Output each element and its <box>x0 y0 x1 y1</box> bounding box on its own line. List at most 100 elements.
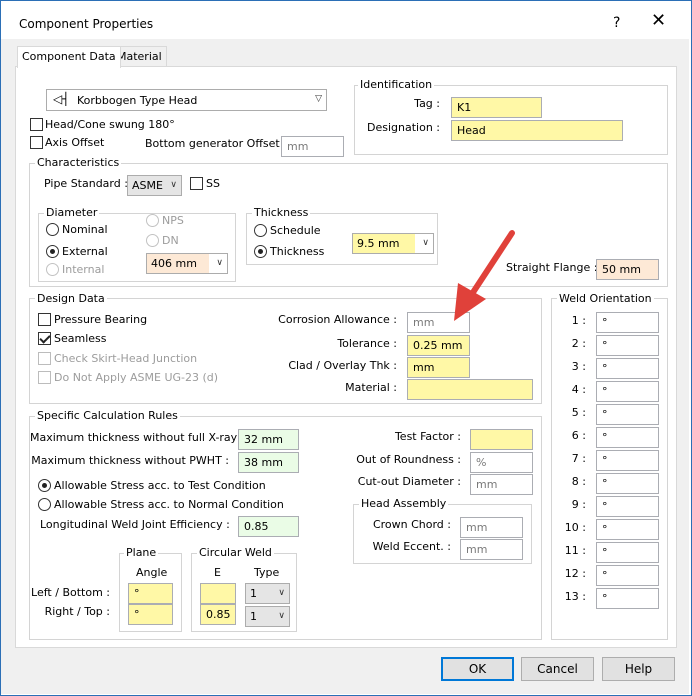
stress-normal-radio[interactable] <box>38 498 51 511</box>
test-factor-input[interactable] <box>470 429 533 450</box>
weld-row-label: 12 : <box>564 567 586 580</box>
do-not-apply-checkbox[interactable] <box>38 371 51 384</box>
weld-row-input[interactable]: ° <box>596 496 659 517</box>
type1-value: 1 <box>250 587 257 600</box>
max-xray-input[interactable]: 32 mm <box>238 429 299 450</box>
weld-row-input[interactable]: ° <box>596 588 659 609</box>
thickness-select[interactable]: 9.5 mm ∨ <box>352 233 434 254</box>
dn-radio[interactable] <box>146 234 159 247</box>
cancel-button[interactable]: Cancel <box>521 657 594 681</box>
material-label: Material : <box>345 381 397 394</box>
weld-row-input[interactable]: ° <box>596 335 659 356</box>
axis-offset-checkbox[interactable] <box>30 136 43 149</box>
bottom-generator-offset-placeholder: mm <box>287 140 309 153</box>
pipe-standard-label: Pipe Standard : <box>44 177 128 190</box>
head-cone-swung-checkbox[interactable] <box>30 118 43 131</box>
chevron-down-icon: ∨ <box>278 588 285 598</box>
seamless-label: Seamless <box>54 332 107 345</box>
annotation-arrow-shaft <box>467 230 515 300</box>
clad-overlay-label: Clad / Overlay Thk : <box>288 359 397 372</box>
crown-chord-input[interactable]: mm <box>460 517 523 538</box>
chevron-down-icon: ∨ <box>422 238 429 248</box>
weld-row-input[interactable]: ° <box>596 381 659 402</box>
max-pwht-input[interactable]: 38 mm <box>238 452 299 473</box>
head-assembly-legend: Head Assembly <box>359 497 449 510</box>
pipe-standard-select[interactable]: ASME ∨ <box>127 175 182 196</box>
max-xray-label: Maximum thickness without full X-ray : <box>30 431 245 444</box>
weld-row: 4 : ° <box>552 381 662 402</box>
head-cone-swung-label: Head/Cone swung 180° <box>45 118 175 131</box>
external-label: External <box>62 245 108 258</box>
weld-row: 3 : ° <box>552 358 662 379</box>
weld-efficiency-input[interactable]: 0.85 <box>238 516 299 537</box>
type1-select[interactable]: 1 ∨ <box>245 583 290 604</box>
chevron-down-icon: ▽ <box>315 94 322 104</box>
weld-row: 8 : ° <box>552 473 662 494</box>
weld-row-input[interactable]: ° <box>596 427 659 448</box>
max-pwht-label: Maximum thickness without PWHT : <box>31 454 229 467</box>
weld-eccent-input[interactable]: mm <box>460 539 523 560</box>
weld-row-input[interactable]: ° <box>596 312 659 333</box>
tab-component-data[interactable]: Component Data <box>17 46 121 68</box>
type2-select[interactable]: 1 ∨ <box>245 606 290 627</box>
diameter-legend: Diameter <box>44 206 100 219</box>
right-top-input[interactable]: ° <box>128 604 173 625</box>
cutout-diameter-placeholder: mm <box>476 478 498 491</box>
weld-row-input[interactable]: ° <box>596 450 659 471</box>
thickness-legend: Thickness <box>252 206 311 219</box>
left-bottom-input[interactable]: ° <box>128 583 173 604</box>
close-icon[interactable]: ✕ <box>651 12 666 30</box>
nominal-radio[interactable] <box>46 223 59 236</box>
pressure-bearing-checkbox[interactable] <box>38 313 51 326</box>
diameter-select[interactable]: 406 mm ∨ <box>146 253 228 274</box>
ss-checkbox[interactable] <box>190 177 203 190</box>
check-skirt-checkbox[interactable] <box>38 352 51 365</box>
ss-label: SS <box>206 177 220 190</box>
weld-row-label: 11 : <box>564 544 586 557</box>
thickness-radio[interactable] <box>254 245 267 258</box>
weld-row-input[interactable]: ° <box>596 565 659 586</box>
corrosion-allowance-label: Corrosion Allowance : <box>278 313 397 326</box>
e1-input[interactable] <box>200 583 236 604</box>
tag-input[interactable]: K1 <box>451 97 542 118</box>
weld-row-input[interactable]: ° <box>596 473 659 494</box>
designation-label: Designation : <box>367 121 440 134</box>
weld-row-input[interactable]: ° <box>596 542 659 563</box>
e2-input[interactable]: 0.85 <box>200 604 236 625</box>
annotation-arrow <box>454 230 515 321</box>
seamless-checkbox[interactable] <box>38 332 51 345</box>
weld-row: 11 : ° <box>552 542 662 563</box>
stress-test-radio[interactable] <box>38 479 51 492</box>
help-icon[interactable]: ? <box>613 15 620 31</box>
clad-overlay-input[interactable]: mm <box>407 357 470 378</box>
weld-row-label: 8 : <box>571 475 586 488</box>
diameter-value: 406 mm <box>147 254 209 273</box>
external-radio[interactable] <box>46 245 59 258</box>
chevron-down-icon: ∨ <box>278 611 285 621</box>
tag-label: Tag : <box>414 97 440 110</box>
weld-row-input[interactable]: ° <box>596 358 659 379</box>
ok-button[interactable]: OK <box>441 657 514 681</box>
weld-row: 10 : ° <box>552 519 662 540</box>
schedule-radio[interactable] <box>254 224 267 237</box>
component-type-select[interactable]: ◁┤ Korbbogen Type Head ▽ <box>46 89 327 111</box>
tolerance-input[interactable]: 0.25 mm <box>407 335 470 356</box>
help-button[interactable]: Help <box>602 657 675 681</box>
window-title: Component Properties <box>19 17 154 31</box>
bottom-generator-offset-input[interactable]: mm <box>281 136 344 157</box>
nps-radio[interactable] <box>146 214 159 227</box>
weld-row-input[interactable]: ° <box>596 404 659 425</box>
straight-flange-input[interactable]: 50 mm <box>596 259 659 280</box>
cutout-diameter-input[interactable]: mm <box>470 474 533 495</box>
weld-eccent-placeholder: mm <box>466 543 488 556</box>
designation-input[interactable]: Head <box>451 120 623 141</box>
weld-orientation-list: 1 : ° 2 : ° 3 : ° 4 : ° 5 : ° 6 : ° 7 : ° 8 : ° … <box>552 312 667 612</box>
out-of-roundness-input[interactable]: % <box>470 452 533 473</box>
internal-label: Internal <box>62 263 105 276</box>
internal-radio[interactable] <box>46 263 59 276</box>
tolerance-label: Tolerance : <box>337 337 397 350</box>
type2-value: 1 <box>250 610 257 623</box>
weld-row-input[interactable]: ° <box>596 519 659 540</box>
weld-row: 1 : ° <box>552 312 662 333</box>
material-input[interactable] <box>407 379 533 400</box>
